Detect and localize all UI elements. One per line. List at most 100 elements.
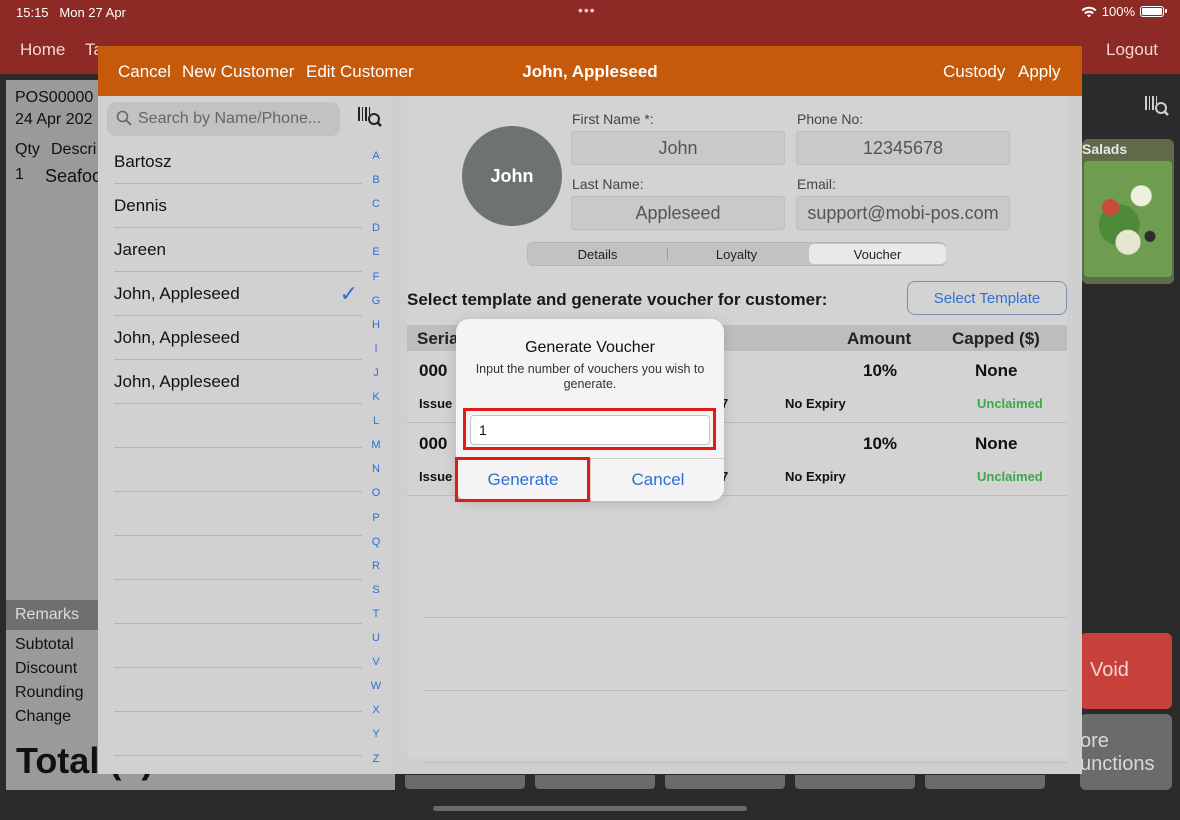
customer-name: Dennis <box>114 196 167 215</box>
alphabet-index-letter[interactable]: C <box>368 198 384 210</box>
tab-voucher[interactable]: Voucher <box>809 244 946 264</box>
void-button[interactable]: Void <box>1080 633 1172 709</box>
alphabet-index-letter[interactable]: I <box>368 343 384 355</box>
rounding-label: Rounding <box>15 684 84 701</box>
apply-button[interactable]: Apply <box>1018 62 1061 82</box>
alert-message: Input the number of vouchers you wish to… <box>475 362 705 391</box>
subtotal-label: Subtotal <box>15 636 74 653</box>
search-input[interactable]: Search by Name/Phone... <box>107 102 340 136</box>
generate-highlight-box <box>455 457 590 502</box>
right-column: Salads Void ore unctions <box>1080 80 1180 790</box>
voucher-capped: None <box>975 434 1018 453</box>
alphabet-index-letter[interactable]: W <box>368 680 384 692</box>
alphabet-index-letter[interactable]: D <box>368 222 384 234</box>
alphabet-index-letter[interactable]: K <box>368 391 384 403</box>
email-label: Email: <box>797 176 836 192</box>
avatar[interactable]: John <box>462 126 562 226</box>
voucher-expiry: No Expiry <box>785 396 846 411</box>
phone-field[interactable]: 12345678 <box>796 131 1010 165</box>
select-template-button[interactable]: Select Template <box>907 281 1067 315</box>
wifi-icon <box>1081 6 1097 17</box>
row-divider <box>423 690 1067 691</box>
tab-loyalty[interactable]: Loyalty <box>668 244 805 264</box>
alphabet-index-letter[interactable]: G <box>368 295 384 307</box>
alphabet-index-letter[interactable]: L <box>368 415 384 427</box>
voucher-issue-label: Issue <box>419 469 453 484</box>
first-name-field[interactable]: John <box>571 131 785 165</box>
customer-list-item[interactable]: John, Appleseed <box>114 316 362 360</box>
more-functions-line2: unctions <box>1080 753 1155 775</box>
alphabet-index-letter[interactable]: X <box>368 704 384 716</box>
last-name-field[interactable]: Appleseed <box>571 196 785 230</box>
checkmark-icon: ✓ <box>339 281 358 306</box>
customer-list-item[interactable]: John, Appleseed <box>114 360 362 404</box>
alphabet-index-letter[interactable]: P <box>368 512 384 524</box>
multitask-dots-icon[interactable]: ••• <box>578 2 596 18</box>
alphabet-index-letter[interactable]: M <box>368 439 384 451</box>
alphabet-index-letter[interactable]: R <box>368 560 384 572</box>
empty-list-row <box>114 668 362 712</box>
voucher-prompt: Select template and generate voucher for… <box>407 290 828 309</box>
new-customer-button[interactable]: New Customer <box>182 62 294 82</box>
modal-header: John, Appleseed Cancel New Customer Edit… <box>98 46 1082 96</box>
alphabet-index-letter[interactable]: Y <box>368 728 384 740</box>
status-indicators: 100% <box>1081 4 1167 19</box>
alphabet-index-letter[interactable]: S <box>368 584 384 596</box>
edit-customer-button[interactable]: Edit Customer <box>306 62 414 82</box>
nav-logout[interactable]: Logout <box>1106 40 1158 60</box>
alphabet-index-letter[interactable]: O <box>368 487 384 499</box>
customer-list-item[interactable]: Dennis <box>114 184 362 228</box>
alphabet-index-letter[interactable]: Q <box>368 536 384 548</box>
alphabet-index-letter[interactable]: B <box>368 174 384 186</box>
empty-list-row <box>114 580 362 624</box>
capped-header: Capped ($) <box>952 329 1040 348</box>
tab-details[interactable]: Details <box>529 244 666 264</box>
more-functions-line1: ore <box>1080 730 1109 752</box>
empty-list-row <box>114 756 362 774</box>
alphabet-index-letter[interactable]: Z <box>368 753 384 765</box>
alphabet-index-letter[interactable]: E <box>368 246 384 258</box>
voucher-serial: 000 <box>419 434 448 453</box>
alphabet-index-letter[interactable]: T <box>368 608 384 620</box>
customer-name: John, Appleseed <box>114 372 240 391</box>
category-tile-salads[interactable]: Salads <box>1082 139 1174 284</box>
change-label: Change <box>15 708 72 725</box>
qty-header: Qty <box>15 141 40 158</box>
voucher-capped: None <box>975 361 1018 380</box>
voucher-issue-label: Issue <box>419 396 453 411</box>
customer-list-item[interactable]: Bartosz <box>114 140 362 184</box>
cancel-button[interactable]: Cancel <box>118 62 171 82</box>
order-id: POS00000 <box>15 89 94 106</box>
barcode-scan-icon[interactable] <box>357 105 383 129</box>
customer-list-item[interactable]: Jareen <box>114 228 362 272</box>
customer-name: John, Appleseed <box>114 284 240 303</box>
more-functions-button[interactable]: ore unctions <box>1080 714 1172 790</box>
voucher-serial: 000 <box>419 361 448 380</box>
alphabet-index-letter[interactable]: A <box>368 150 384 162</box>
row-divider <box>423 762 1067 763</box>
alphabet-index-letter[interactable]: V <box>368 656 384 668</box>
nav-home[interactable]: Home <box>20 40 65 60</box>
salad-image <box>1084 161 1172 277</box>
description-header: Descri <box>51 141 97 158</box>
empty-list-row <box>114 448 362 492</box>
alphabet-index-letter[interactable]: U <box>368 632 384 644</box>
alphabet-index-letter[interactable]: H <box>368 319 384 331</box>
search-placeholder: Search by Name/Phone... <box>138 110 322 127</box>
first-name-label: First Name *: <box>572 111 654 127</box>
item-name[interactable]: Seafoo <box>45 166 102 187</box>
alert-title: Generate Voucher <box>525 339 655 356</box>
battery-percent: 100% <box>1101 4 1135 19</box>
alphabet-index-letter[interactable]: J <box>368 367 384 379</box>
email-field[interactable]: support@mobi-pos.com <box>796 196 1010 230</box>
customer-name: John, Appleseed <box>114 328 240 347</box>
voucher-expiry: No Expiry <box>785 469 846 484</box>
status-time: 15:15 Mon 27 Apr <box>16 5 126 20</box>
custody-button[interactable]: Custody <box>943 62 1005 82</box>
alert-cancel-button[interactable]: Cancel <box>591 459 724 501</box>
alphabet-index-letter[interactable]: F <box>368 271 384 283</box>
customer-list-item[interactable]: John, Appleseed ✓ <box>114 272 362 316</box>
home-indicator[interactable] <box>433 806 747 811</box>
voucher-amount: 10% <box>863 434 898 453</box>
alphabet-index-letter[interactable]: N <box>368 463 384 475</box>
